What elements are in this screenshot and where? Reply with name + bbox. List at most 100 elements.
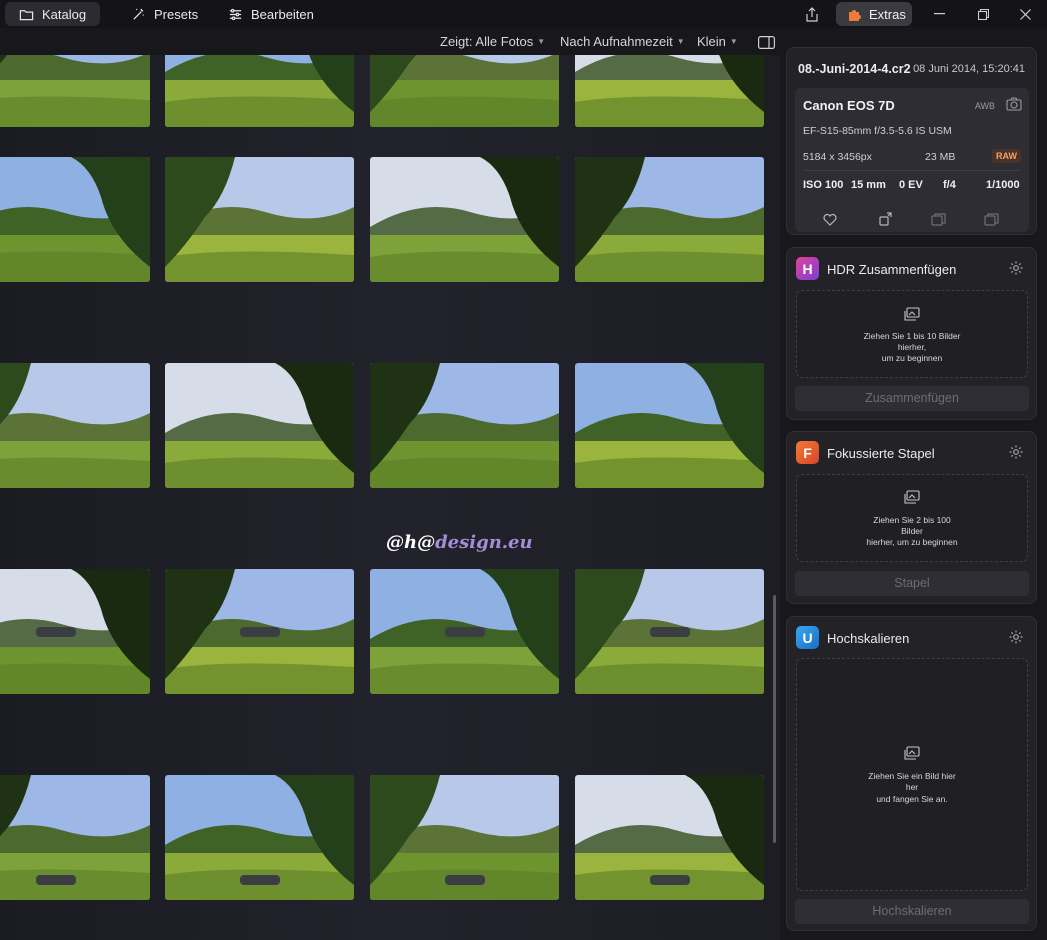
photo-thumbnail[interactable] (370, 569, 559, 694)
minimize-icon[interactable] (929, 4, 949, 24)
gear-icon[interactable] (1008, 629, 1024, 645)
photo-thumbnail[interactable] (370, 363, 559, 488)
tab-katalog[interactable]: Katalog (5, 2, 101, 26)
photo-thumbnail[interactable] (165, 157, 354, 282)
shutter-speed: 1/1000 (986, 179, 1020, 191)
info-actions (795, 210, 1029, 234)
photo-thumbnail[interactable] (0, 775, 150, 900)
aperture-value: f/4 (943, 179, 956, 191)
focus-stack-panel: F Fokussierte Stapel Ziehen Sie 2 bis 10… (786, 431, 1037, 604)
chevron-down-icon: ▼ (537, 37, 546, 46)
photo-image (0, 569, 150, 694)
file-name: 08.-Juni-2014-4.cr2 (798, 62, 911, 76)
divider (803, 170, 1021, 171)
photo-image (370, 55, 559, 127)
photo-thumbnail[interactable] (0, 363, 150, 488)
photo-image (165, 363, 354, 488)
watermark-at: @ (386, 532, 404, 553)
capture-date: 08 Juni 2014, 15:20:41 (913, 63, 1025, 75)
photo-image (575, 363, 764, 488)
photo-thumbnail[interactable] (165, 363, 354, 488)
photo-thumbnail[interactable] (370, 775, 559, 900)
photo-thumbnail[interactable] (575, 775, 764, 900)
extras-button[interactable]: Extras (836, 2, 912, 26)
chevron-down-icon: ▼ (729, 37, 738, 46)
upscale-dropzone[interactable]: Ziehen Sie ein Bild hier her und fangen … (796, 658, 1028, 891)
rotate-icon[interactable] (877, 210, 895, 228)
photo-thumbnail[interactable] (165, 775, 354, 900)
gear-icon[interactable] (1008, 260, 1024, 276)
file-size: 23 MB (925, 151, 956, 163)
watermark-at2: @ (417, 532, 436, 553)
tab-presets[interactable]: Presets (117, 2, 212, 26)
filter-size-dropdown[interactable]: Klein ▼ (697, 34, 738, 52)
photo-thumbnail[interactable] (0, 55, 150, 127)
photo-image (370, 157, 559, 282)
photo-image (165, 775, 354, 900)
sliders-icon (229, 8, 242, 20)
tab-bearbeiten[interactable]: Bearbeiten (214, 2, 328, 26)
hdr-panel: H HDR Zusammenfügen Ziehen Sie 1 bis 10 … (786, 247, 1037, 420)
heart-icon[interactable] (821, 210, 839, 228)
hdr-hint-3: um zu beginnen (881, 353, 943, 363)
upscale-button[interactable]: Hochskalieren (795, 899, 1029, 924)
photo-thumbnail[interactable] (0, 569, 150, 694)
photo-image (165, 569, 354, 694)
focus-logo-icon: F (796, 441, 819, 464)
images-icon (904, 490, 920, 504)
puzzle-icon (849, 10, 861, 21)
grid-scrollbar[interactable] (773, 595, 776, 843)
focus-dropzone[interactable]: Ziehen Sie 2 bis 100 Bilder hierher, um … (796, 474, 1028, 562)
photo-thumbnail[interactable] (370, 157, 559, 282)
upscale-hint-1: Ziehen Sie ein Bild hier (868, 771, 956, 781)
tab-bearbeiten-label: Bearbeiten (251, 6, 314, 22)
gear-icon[interactable] (1008, 444, 1024, 460)
exposure-value: 0 EV (899, 179, 923, 191)
magic-wand-icon (133, 8, 144, 20)
hdr-hint-2: hierher, (897, 342, 927, 352)
hdr-hint-1: Ziehen Sie 1 bis 10 Bilder (863, 331, 961, 341)
filter-sort-dropdown[interactable]: Nach Aufnahmezeit ▼ (560, 34, 685, 52)
photo-thumbnail[interactable] (165, 55, 354, 127)
tab-katalog-label: Katalog (42, 6, 87, 22)
top-bar: Katalog Presets Bearbeiten Extras (0, 0, 1047, 28)
photo-thumbnail[interactable] (165, 569, 354, 694)
awb-label: AWB (974, 101, 995, 111)
format-badge: RAW (992, 149, 1021, 163)
close-icon[interactable] (1015, 4, 1035, 24)
compare-icon[interactable] (929, 210, 947, 228)
photo-thumbnail[interactable] (575, 157, 764, 282)
hdr-title: HDR Zusammenfügen (827, 262, 957, 277)
camera-model: Canon EOS 7D (803, 98, 895, 113)
photo-thumbnail[interactable] (575, 569, 764, 694)
focus-hint-2: Bilder (901, 526, 923, 536)
restore-icon[interactable] (973, 4, 993, 24)
filter-sort-label: Nach Aufnahmezeit (560, 34, 673, 49)
upscale-badge-letter: U (802, 629, 813, 646)
photo-image (575, 55, 764, 127)
filter-size-label: Klein (697, 34, 726, 49)
hdr-dropzone[interactable]: Ziehen Sie 1 bis 10 Bilder hierher, um z… (796, 290, 1028, 378)
photo-image (0, 55, 150, 127)
hdr-logo-icon: H (796, 257, 819, 280)
photo-thumbnail[interactable] (370, 55, 559, 127)
upscale-hint-3: und fangen Sie an. (876, 794, 948, 804)
panel-toggle-icon[interactable] (756, 32, 776, 52)
photo-thumbnail[interactable] (0, 157, 150, 282)
images-icon (904, 307, 920, 321)
photo-image (370, 775, 559, 900)
stack-button[interactable]: Stapel (795, 571, 1029, 596)
stack-icon[interactable] (982, 210, 1000, 228)
photo-thumbnail[interactable] (575, 55, 764, 127)
filter-show-dropdown[interactable]: Zeigt: Alle Fotos ▼ (440, 34, 545, 52)
hdr-merge-button[interactable]: Zusammenfügen (795, 386, 1029, 411)
upscale-hint-2: her (905, 782, 919, 792)
filter-show-label: Zeigt: Alle Fotos (440, 34, 534, 49)
upscale-panel: U Hochskalieren Ziehen Sie ein Bild hier… (786, 616, 1037, 931)
upscale-title: Hochskalieren (827, 631, 910, 646)
share-icon[interactable] (802, 4, 822, 24)
photo-thumbnail[interactable] (575, 363, 764, 488)
photo-image (370, 569, 559, 694)
focus-hint-1: Ziehen Sie 2 bis 100 (873, 515, 951, 525)
photo-grid (0, 55, 780, 940)
